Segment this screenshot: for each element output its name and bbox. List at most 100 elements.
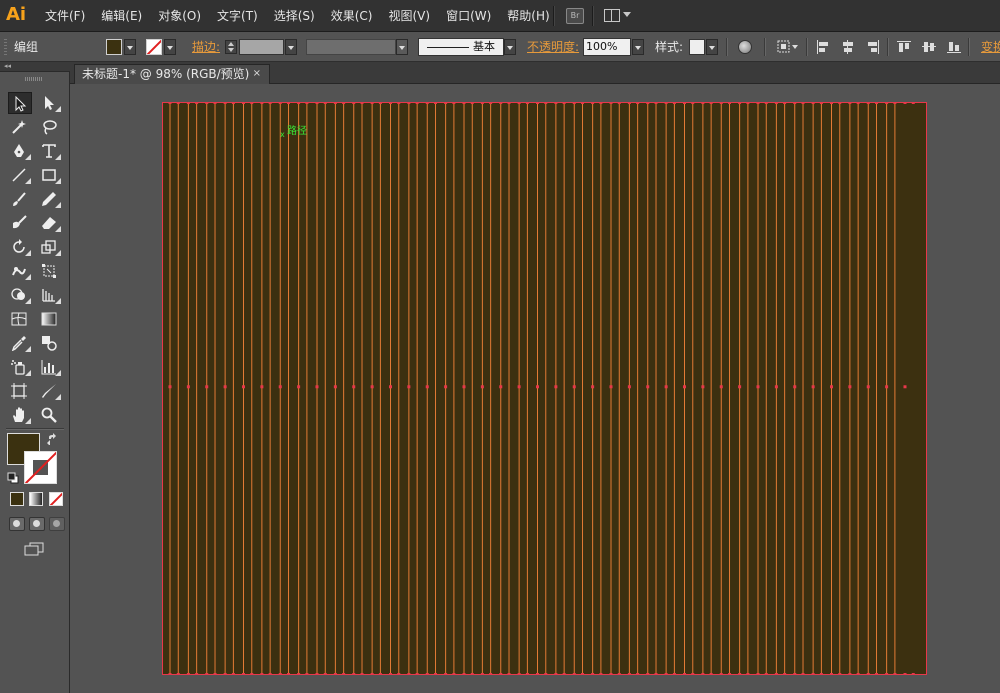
anchor-point [774,385,778,389]
anchor-point [774,673,778,675]
fill-color-swatch[interactable] [106,39,122,55]
artboard-tool[interactable] [8,380,32,402]
anchor-point [709,102,713,104]
style-dropdown-arrow[interactable] [706,39,718,55]
menu-view[interactable]: 视图(V) [388,0,430,32]
arrange-documents-button[interactable] [604,8,634,24]
opacity-input[interactable]: 100% [583,38,631,56]
toolbox-grip-icon[interactable] [25,77,43,81]
slice-tool[interactable] [38,380,62,402]
mesh-tool[interactable] [8,308,32,330]
zoom-tool[interactable] [38,404,62,426]
pen-tool[interactable] [8,140,32,162]
bridge-button[interactable]: Br [566,8,584,24]
symbol-sprayer-tool[interactable] [8,356,32,378]
anchor-point [462,102,466,104]
eraser-tool[interactable] [38,212,62,234]
fill-dropdown-arrow[interactable] [124,39,136,55]
anchor-point [315,385,319,389]
lasso-tool[interactable] [38,116,62,138]
stroke-color-swatch[interactable] [146,39,162,55]
selection-tool[interactable] [8,92,32,114]
perspective-grid-tool[interactable] [38,284,62,306]
shape-builder-tool[interactable] [8,284,32,306]
anchor-point [415,102,419,104]
recolor-artwork-icon[interactable] [738,40,752,54]
align-bottom-icon[interactable] [947,40,961,54]
align-vertical-center-icon[interactable] [922,40,936,54]
stroke-weight-input[interactable] [239,39,284,55]
draw-normal-button[interactable] [9,517,25,531]
scale-tool[interactable] [38,236,62,258]
rectangle-tool[interactable] [38,164,62,186]
menu-edit[interactable]: 编辑(E) [101,0,142,32]
align-horizontal-center-icon[interactable] [841,40,855,54]
anchor-point [536,102,539,104]
stroke-weight-dropdown[interactable] [285,39,297,55]
gradient-tool[interactable] [38,308,62,330]
opacity-label-link[interactable]: 不透明度: [527,32,579,62]
anchor-point [268,102,272,104]
type-tool[interactable] [38,140,62,162]
variable-width-profile-select[interactable] [306,39,396,55]
align-right-icon[interactable] [866,40,880,54]
rotate-tool[interactable] [8,236,32,258]
flyout-triangle-icon [55,250,61,256]
column-graph-tool[interactable] [38,356,62,378]
paintbrush-tool[interactable] [8,188,32,210]
draw-inside-button[interactable] [49,517,65,531]
align-top-icon[interactable] [897,40,911,54]
gradient-mode-button[interactable] [29,492,43,506]
blob-brush-tool[interactable] [8,212,32,234]
transform-label-link[interactable]: 变换 [981,32,1000,62]
artboard[interactable]: x 路径 [162,102,927,675]
hand-tool[interactable] [8,404,32,426]
anchor-point [654,673,658,675]
toolbox-collapse-button[interactable]: ◂◂ [0,62,70,72]
warp-tool[interactable] [8,260,32,282]
anchor-point [517,102,521,104]
close-icon[interactable]: × [253,65,261,83]
document-tab-title: 未标题-1* @ 98% (RGB/预览) [82,67,250,81]
eyedropper-tool[interactable] [8,332,32,354]
anchor-point [591,385,595,389]
profile-dropdown-arrow[interactable] [396,39,408,55]
blend-tool[interactable] [38,332,62,354]
opacity-dropdown-arrow[interactable] [632,39,644,55]
stroke-dropdown-arrow[interactable] [164,39,176,55]
stripe-path [224,102,234,675]
menu-object[interactable]: 对象(O) [158,0,201,32]
menu-select[interactable]: 选择(S) [274,0,315,32]
draw-behind-button[interactable] [29,517,45,531]
menu-help[interactable]: 帮助(H) [507,0,549,32]
stroke-weight-stepper[interactable] [225,40,237,54]
default-fill-stroke-icon[interactable] [7,472,19,484]
document-tab[interactable]: 未标题-1* @ 98% (RGB/预览) × [74,64,270,84]
pencil-tool[interactable] [38,188,62,210]
canvas-area[interactable]: x 路径 [70,84,1000,693]
brush-dropdown-arrow[interactable] [504,39,516,55]
stroke-label-link[interactable]: 描边: [192,32,220,62]
menu-file[interactable]: 文件(F) [45,0,85,32]
anchor-point [609,673,613,675]
swap-fill-stroke-icon[interactable] [47,433,59,446]
direct-selection-tool[interactable] [38,92,62,114]
menu-effect[interactable]: 效果(C) [331,0,373,32]
align-to-selection-icon[interactable] [777,40,801,54]
brush-definition-select[interactable]: 基本 [418,38,504,56]
graphic-style-swatch[interactable] [689,39,705,55]
stroke-color-box[interactable] [24,451,57,484]
anchor-point [397,673,401,675]
none-mode-button[interactable] [49,492,63,506]
menu-type[interactable]: 文字(T) [217,0,258,32]
magic-wand-tool[interactable] [8,116,32,138]
panel-grip-icon[interactable] [4,39,7,55]
menu-window[interactable]: 窗口(W) [446,0,491,32]
free-transform-tool[interactable] [38,260,62,282]
align-left-icon[interactable] [816,40,830,54]
screen-mode-button[interactable] [24,542,44,556]
color-mode-button[interactable] [10,492,24,506]
line-segment-tool[interactable] [8,164,32,186]
anchor-point [811,385,815,389]
selected-striped-group[interactable] [162,102,927,675]
